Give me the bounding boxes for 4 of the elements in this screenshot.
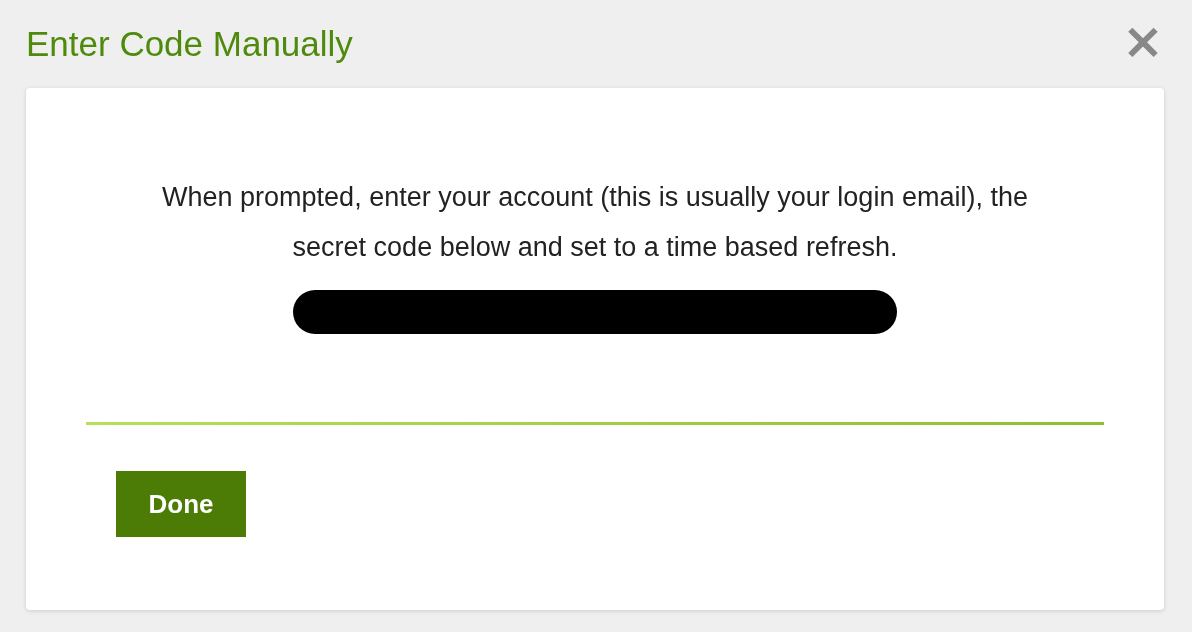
dialog-title: Enter Code Manually (26, 24, 353, 64)
close-button[interactable]: × (1122, 16, 1164, 72)
done-button[interactable]: Done (116, 471, 246, 537)
instruction-text: When prompted, enter your account (this is usually your login email), the secret code below and set to a time based refresh. (161, 181, 1029, 264)
